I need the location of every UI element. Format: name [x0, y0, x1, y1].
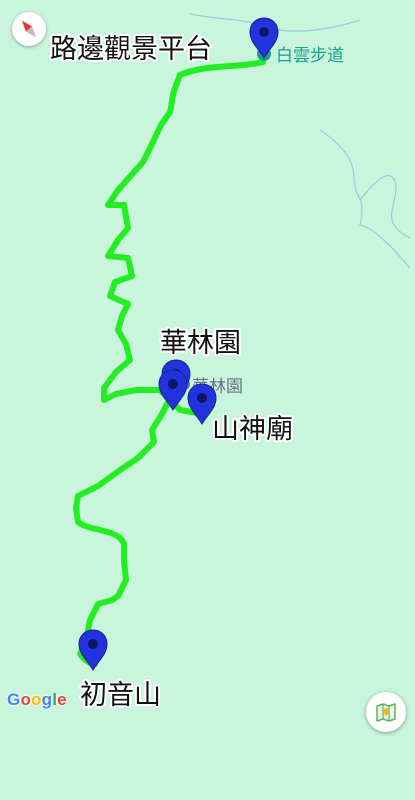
map-pin-icon — [158, 369, 188, 411]
google-logo: Google — [7, 690, 67, 710]
google-logo-letter: e — [57, 690, 67, 709]
map-pin-icon — [249, 17, 279, 59]
pin-hole — [88, 639, 98, 649]
compass-button[interactable] — [12, 12, 46, 46]
folded-map-icon — [376, 703, 396, 722]
terrain-line — [319, 129, 411, 269]
google-logo-letter: o — [31, 690, 42, 709]
marker-top-viewpoint[interactable] — [249, 17, 279, 59]
marker-chuyin[interactable] — [78, 629, 108, 671]
google-logo-letter: g — [41, 690, 53, 709]
terrain-line — [359, 174, 411, 239]
google-logo-letter: o — [20, 690, 32, 709]
map-type-button[interactable] — [366, 692, 406, 732]
map-pin-icon — [78, 629, 108, 671]
map-view[interactable]: 白雲步道 華林園 路邊觀景平台 華林園 山神廟 初音山 Google — [0, 0, 415, 800]
hualin-label: 華林園 — [160, 328, 241, 359]
chuyin-label: 初音山 — [80, 680, 161, 711]
pin-hole — [259, 27, 269, 37]
shrine-label: 山神廟 — [212, 414, 293, 445]
pin-hole — [197, 393, 207, 403]
compass-icon — [21, 20, 37, 38]
google-logo-letter: G — [7, 690, 21, 709]
pin-hole — [168, 379, 178, 389]
baiyun-trail-label: 白雲步道 — [276, 46, 344, 66]
top-viewpoint-label: 路邊觀景平台 — [50, 34, 212, 65]
map-canvas[interactable]: 白雲步道 華林園 路邊觀景平台 華林園 山神廟 初音山 — [0, 0, 415, 800]
marker-hualin-b[interactable] — [158, 369, 188, 411]
